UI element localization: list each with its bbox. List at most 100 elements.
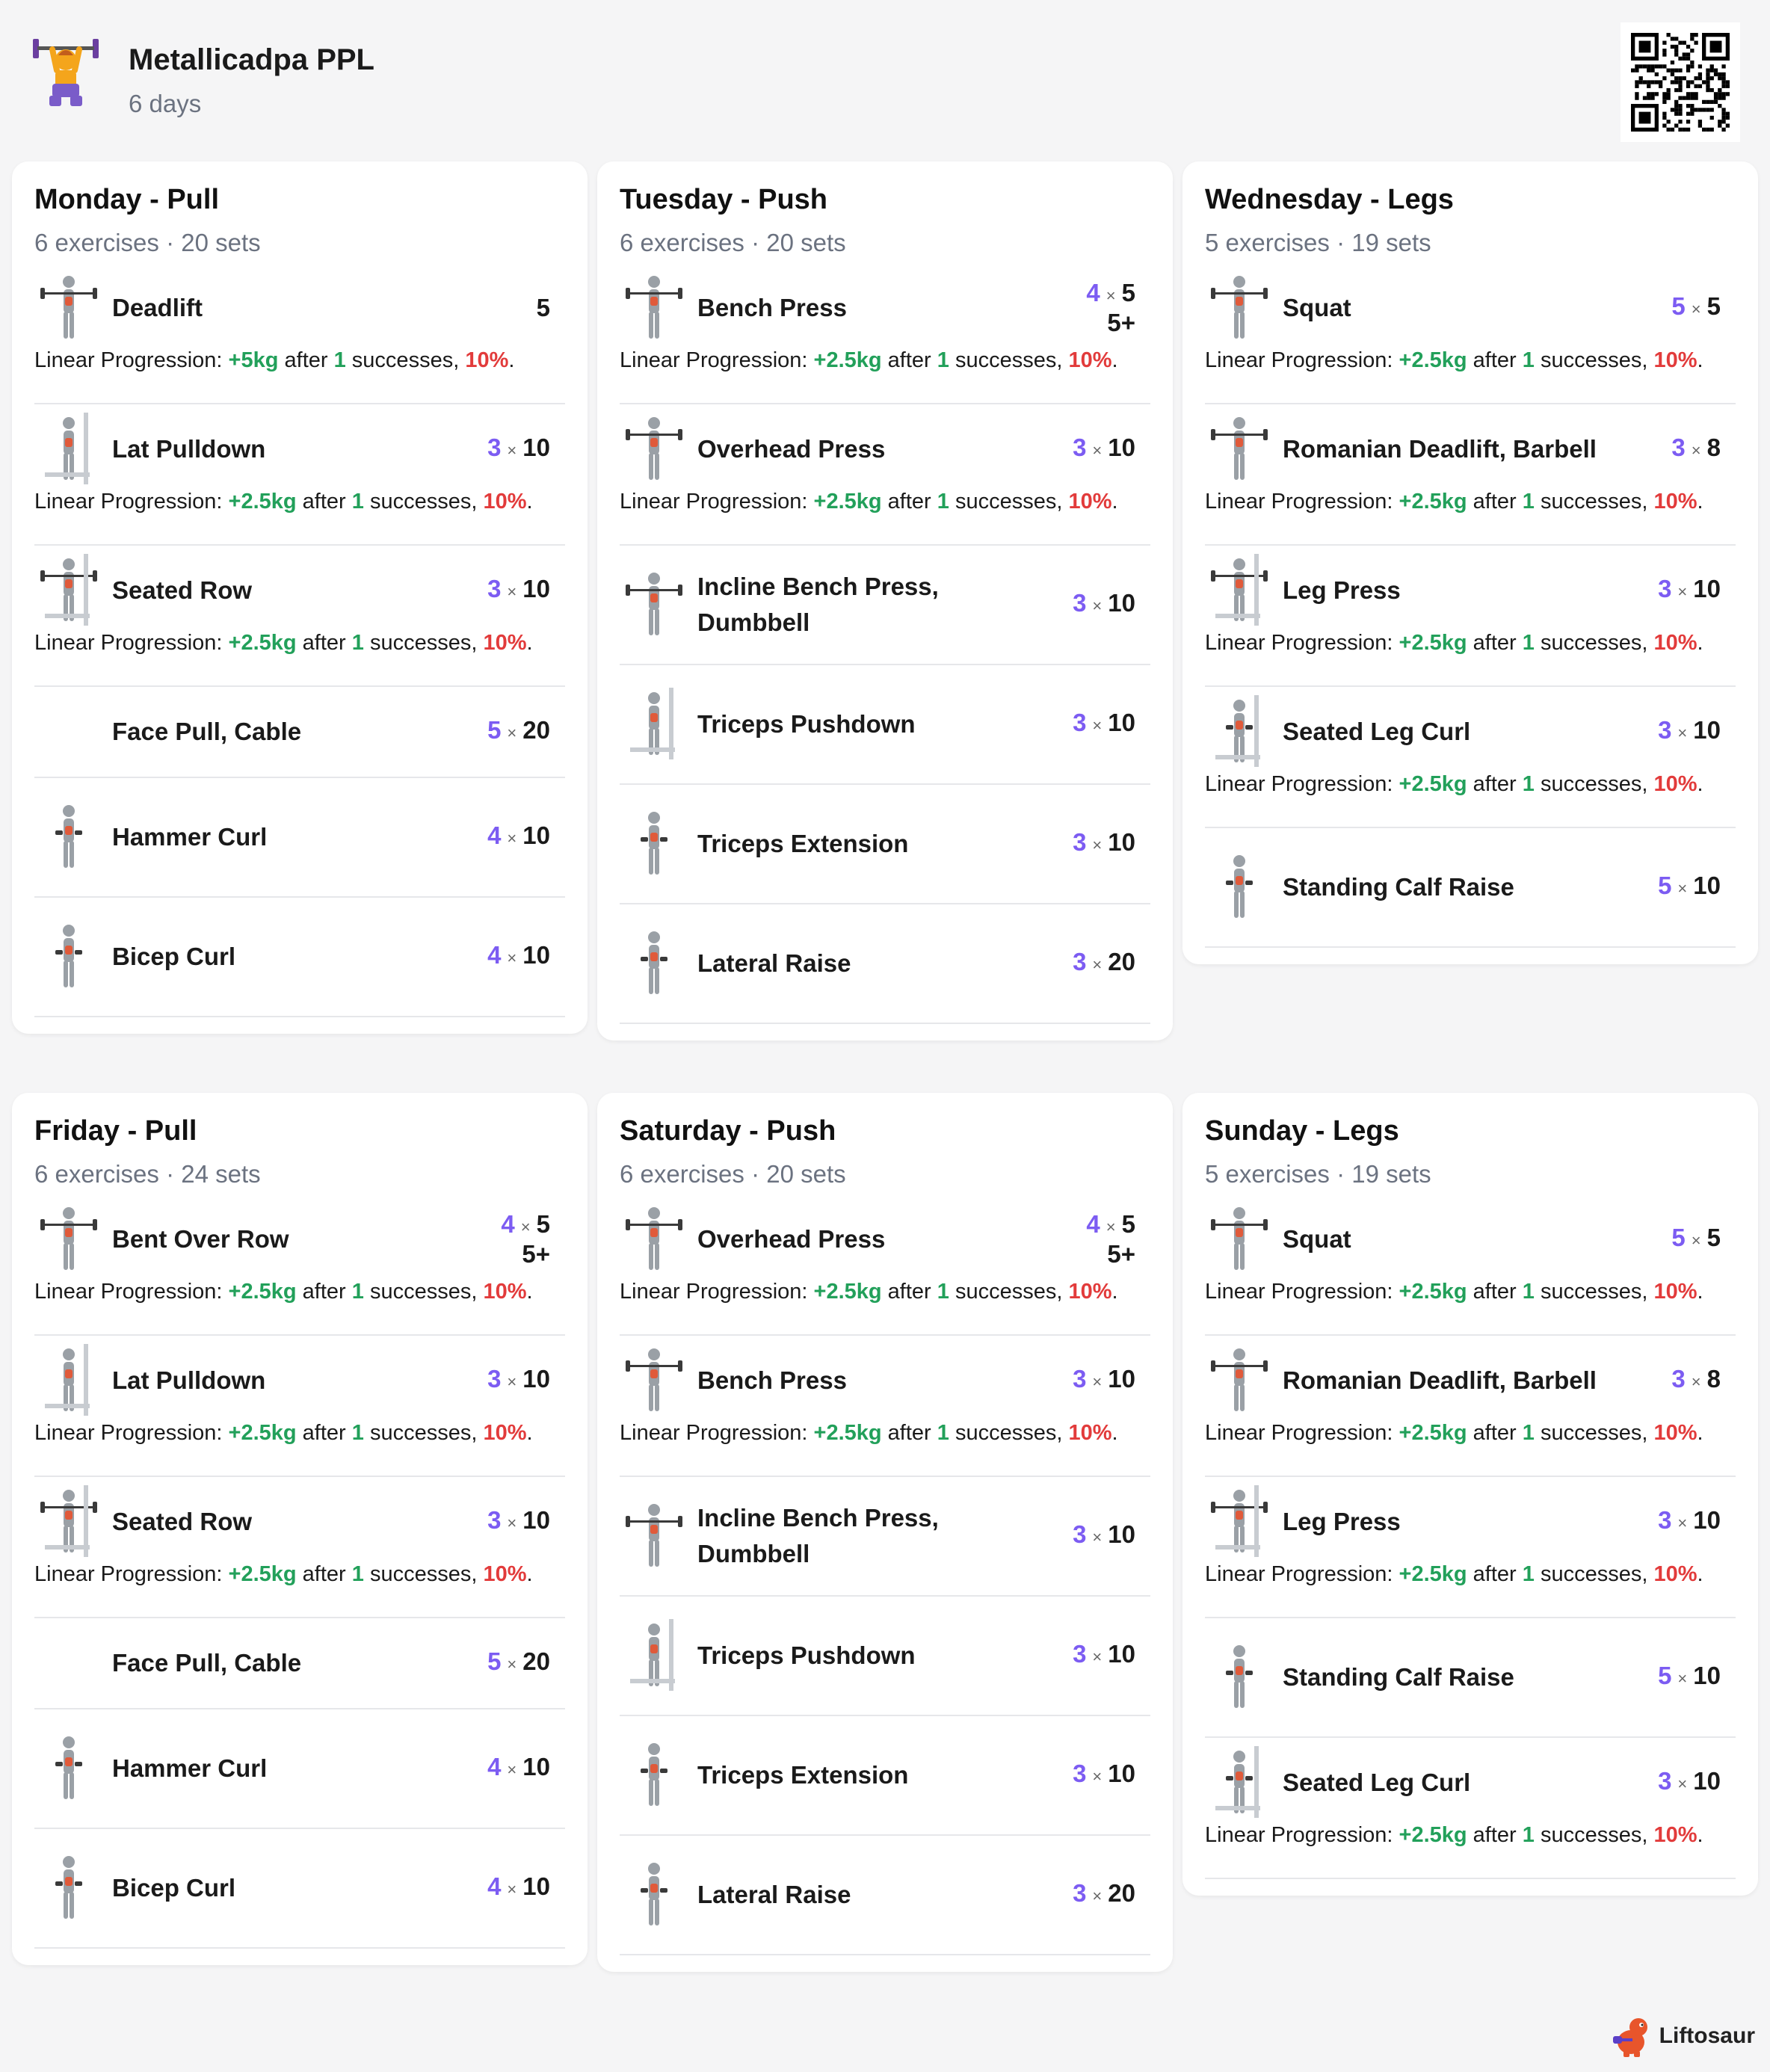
exercise-name[interactable]: Seated Row (103, 573, 487, 608)
exercise-name[interactable]: Triceps Pushdown (688, 706, 1073, 742)
exercise-item[interactable]: Overhead Press 4 × 5 5+ Linear Progression: +… (620, 1194, 1150, 1336)
exercise-name[interactable]: Bench Press (688, 290, 1086, 326)
sets-count: 4 (487, 1753, 502, 1780)
exercise-name[interactable]: Hammer Curl (103, 1751, 487, 1786)
exercise-name[interactable]: Deadlift (103, 290, 537, 326)
amrap-reps: 5+ (522, 1240, 550, 1268)
exercise-name[interactable]: Lat Pulldown (103, 1363, 487, 1399)
exercise-name[interactable]: Triceps Extension (688, 1757, 1073, 1793)
reps-count: 10 (1693, 1662, 1721, 1689)
exercise-item[interactable]: Standing Calf Raise 5 × 10 (1205, 1618, 1736, 1738)
exercise-name[interactable]: Face Pull, Cable (103, 1645, 487, 1681)
exercise-item[interactable]: Deadlift 5 Linear Progression: +5kg after … (34, 263, 565, 404)
exercise-name[interactable]: Hammer Curl (103, 819, 487, 855)
exercise-item[interactable]: Incline Bench Press, Dumbbell 3 × 10 (620, 546, 1150, 665)
exercise-name[interactable]: Bent Over Row (103, 1221, 501, 1257)
exercise-name[interactable]: Standing Calf Raise (1274, 1659, 1658, 1695)
exercise-name[interactable]: Romanian Deadlift, Barbell (1274, 1363, 1671, 1399)
times-sign: × (507, 724, 517, 742)
qr-code[interactable] (1621, 22, 1740, 142)
exercise-item[interactable]: Lat Pulldown 3 × 10 Linear Progression: +2.5… (34, 404, 565, 546)
exercise-item[interactable]: Lateral Raise 3 × 20 (620, 1836, 1150, 1955)
romanian-deadlift-icon (1205, 404, 1274, 494)
exercise-item[interactable]: Overhead Press 3 × 10 Linear Progression: +2… (620, 404, 1150, 546)
times-sign: × (507, 441, 517, 460)
brand[interactable]: Liftosaur (1612, 2014, 1755, 2059)
exercise-item[interactable]: Bicep Curl 4 × 10 (34, 1829, 565, 1949)
exercise-item[interactable]: Incline Bench Press, Dumbbell 3 × 10 (620, 1477, 1150, 1597)
exercise-name[interactable]: Overhead Press (688, 431, 1073, 467)
exercise-name[interactable]: Squat (1274, 290, 1671, 326)
leg-press-icon (1205, 1477, 1274, 1567)
exercise-item[interactable]: Leg Press 3 × 10 Linear Progression: +2.5kg … (1205, 546, 1736, 687)
exercise-item[interactable]: Triceps Pushdown 3 × 10 (620, 665, 1150, 785)
exercise-name[interactable]: Triceps Extension (688, 826, 1073, 862)
lat-pulldown-icon (34, 1336, 103, 1425)
reps-count: 10 (522, 1872, 550, 1900)
reps-count: 20 (522, 1647, 550, 1675)
progression-text: Linear Progression: +2.5kg after 1 succe… (34, 1421, 565, 1476)
leg-curl-icon (1205, 1738, 1274, 1828)
exercise-item[interactable]: Triceps Pushdown 3 × 10 (620, 1597, 1150, 1716)
exercise-item[interactable]: Lateral Raise 3 × 20 (620, 904, 1150, 1024)
exercise-name[interactable]: Lateral Raise (688, 1877, 1073, 1913)
sets-count: 3 (1073, 1879, 1087, 1907)
sets-count: 4 (487, 941, 502, 969)
progression-text: Linear Progression: +2.5kg after 1 succe… (1205, 1823, 1736, 1878)
bench-press-icon (620, 263, 688, 353)
exercise-name[interactable]: Bench Press (688, 1363, 1073, 1399)
brand-name: Liftosaur (1659, 2023, 1755, 2048)
exercise-sets-reps: 3 × 10 (1073, 1641, 1150, 1671)
reps-count: 10 (1108, 1365, 1135, 1393)
exercise-name[interactable]: Seated Leg Curl (1274, 714, 1658, 750)
exercise-item[interactable]: Standing Calf Raise 5 × 10 (1205, 828, 1736, 948)
exercise-name[interactable]: Lateral Raise (688, 946, 1073, 981)
exercise-name[interactable]: Bicep Curl (103, 1870, 487, 1906)
exercise-item[interactable]: Triceps Extension 3 × 10 (620, 785, 1150, 904)
exercise-item[interactable]: Seated Leg Curl 3 × 10 Linear Progression: +… (1205, 687, 1736, 828)
exercise-item[interactable]: Bench Press 3 × 10 Linear Progression: +2.5k… (620, 1336, 1150, 1477)
sets-count: 3 (1671, 1365, 1686, 1393)
exercise-item[interactable]: Triceps Extension 3 × 10 (620, 1716, 1150, 1836)
exercise-name[interactable]: Squat (1274, 1221, 1671, 1257)
exercise-item[interactable]: Hammer Curl 4 × 10 (34, 1709, 565, 1829)
exercise-item[interactable]: Bench Press 4 × 5 5+ Linear Progression: +2.5… (620, 263, 1150, 404)
exercise-item[interactable]: Lat Pulldown 3 × 10 Linear Progression: +2.5… (34, 1336, 565, 1477)
times-sign: × (507, 582, 517, 601)
exercise-name[interactable]: Seated Row (103, 1504, 487, 1540)
exercise-name[interactable]: Incline Bench Press, Dumbbell (688, 1500, 1073, 1572)
exercise-item[interactable]: Face Pull, Cable 5 × 20 (34, 687, 565, 778)
progression-text: Linear Progression: +2.5kg after 1 succe… (1205, 1562, 1736, 1617)
exercise-item[interactable]: Squat 5 × 5 Linear Progression: +2.5kg after… (1205, 263, 1736, 404)
exercise-item[interactable]: Squat 5 × 5 Linear Progression: +2.5kg after… (1205, 1194, 1736, 1336)
exercise-item[interactable]: Face Pull, Cable 5 × 20 (34, 1618, 565, 1709)
exercise-name[interactable]: Incline Bench Press, Dumbbell (688, 569, 1073, 641)
exercise-item[interactable]: Seated Leg Curl 3 × 10 Linear Progression: +… (1205, 1738, 1736, 1879)
exercise-name[interactable]: Leg Press (1274, 573, 1658, 608)
exercise-item[interactable]: Seated Row 3 × 10 Linear Progression: +2.5kg… (34, 546, 565, 687)
sets-count: 3 (1658, 1506, 1672, 1534)
exercise-item[interactable]: Bicep Curl 4 × 10 (34, 898, 565, 1017)
exercise-name[interactable]: Leg Press (1274, 1504, 1658, 1540)
exercise-name[interactable]: Lat Pulldown (103, 431, 487, 467)
exercise-sets-reps: 4 × 10 (487, 942, 565, 972)
exercise-name[interactable]: Romanian Deadlift, Barbell (1274, 431, 1671, 467)
day-title: Friday - Pull (34, 1115, 197, 1147)
exercise-name[interactable]: Standing Calf Raise (1274, 869, 1658, 905)
day-summary: 6 exercises · 20 sets (620, 229, 846, 256)
exercise-item[interactable]: Leg Press 3 × 10 Linear Progression: +2.5kg … (1205, 1477, 1736, 1618)
exercise-name[interactable]: Seated Leg Curl (1274, 1765, 1658, 1801)
exercise-item[interactable]: Hammer Curl 4 × 10 (34, 778, 565, 898)
reps-count: 8 (1706, 1365, 1721, 1393)
exercise-name[interactable]: Bicep Curl (103, 939, 487, 975)
exercise-item[interactable]: Romanian Deadlift, Barbell 3 × 8 Linear Prog… (1205, 1336, 1736, 1477)
exercise-name[interactable]: Triceps Pushdown (688, 1638, 1073, 1674)
reps-count: 10 (522, 575, 550, 602)
exercise-item[interactable]: Seated Row 3 × 10 Linear Progression: +2.5kg… (34, 1477, 565, 1618)
exercise-name[interactable]: Face Pull, Cable (103, 714, 487, 750)
reps-count: 20 (1108, 1879, 1135, 1907)
progression-text: Linear Progression: +2.5kg after 1 succe… (34, 1280, 565, 1334)
exercise-item[interactable]: Romanian Deadlift, Barbell 3 × 8 Linear Prog… (1205, 404, 1736, 546)
exercise-item[interactable]: Bent Over Row 4 × 5 5+ Linear Progression: +2… (34, 1194, 565, 1336)
exercise-name[interactable]: Overhead Press (688, 1221, 1086, 1257)
